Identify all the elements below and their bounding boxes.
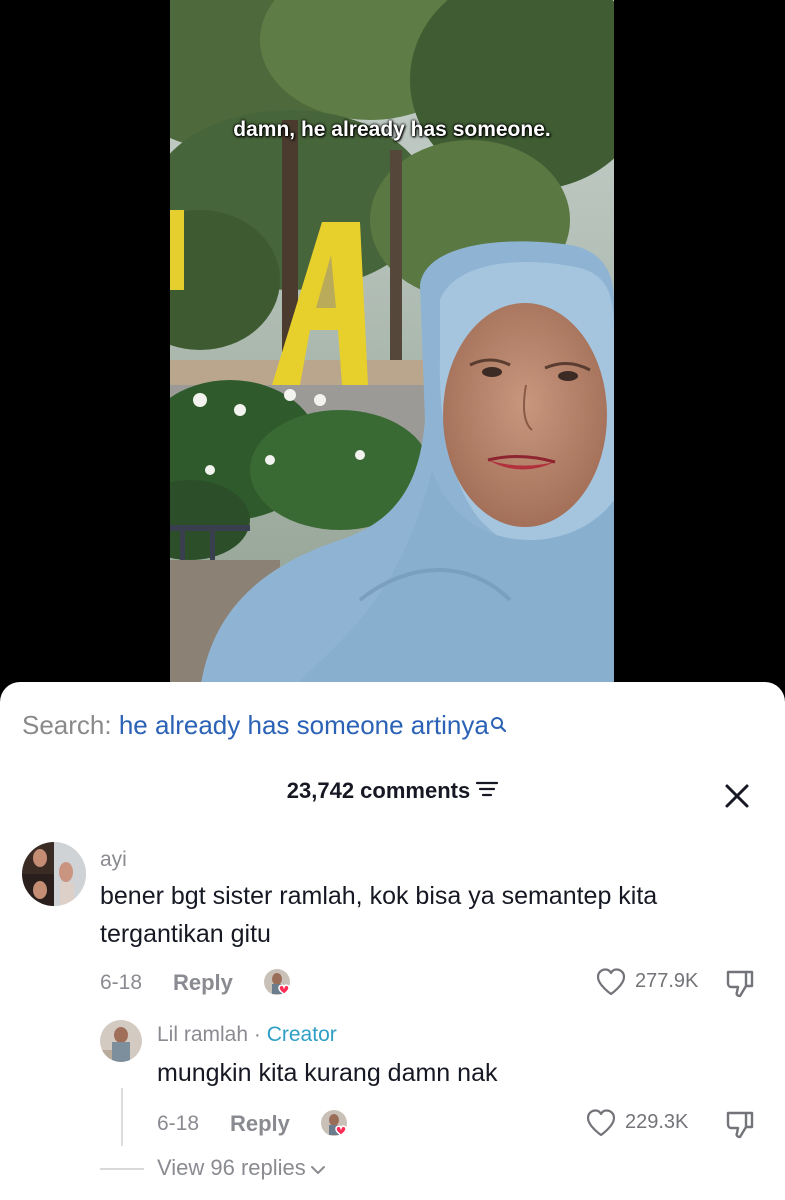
comment-username[interactable]: ayi (100, 848, 127, 872)
creator-badge: Creator (266, 1023, 337, 1046)
creator-liked-icon (262, 967, 296, 999)
video-frame[interactable]: damn, he already has someone. (170, 0, 614, 690)
reply-date: 6-18 (157, 1112, 200, 1135)
filter-icon[interactable] (476, 780, 499, 803)
avatar[interactable] (100, 1020, 142, 1062)
reply-button[interactable]: Reply (173, 970, 233, 996)
search-prefix-label: Search: (22, 710, 112, 740)
dislike-icon[interactable] (724, 967, 756, 999)
dislike-icon[interactable] (724, 1108, 756, 1140)
comment-text-line1: bener bgt sister ramlah, kok bisa ya sem… (100, 882, 658, 910)
search-query-link[interactable]: he already has someone artinya (119, 710, 489, 740)
heart-icon (586, 1109, 616, 1137)
search-suggestion[interactable]: Search: he already has someone artinya (22, 710, 508, 741)
view-replies-divider (100, 1168, 144, 1170)
comments-header: 23,742 comments (0, 778, 785, 814)
view-replies-button[interactable]: View 96 replies (157, 1155, 326, 1182)
reply-like-button[interactable]: 229.3K (585, 1108, 700, 1140)
reply-text: mungkin kita kurang damn nak (157, 1059, 498, 1087)
heart-icon (596, 968, 626, 996)
avatar[interactable] (22, 842, 86, 906)
username-separator: · (248, 1023, 267, 1046)
video-still-image (170, 0, 614, 690)
comment-text-line2: tergantikan gitu (100, 920, 271, 948)
close-icon[interactable] (723, 782, 751, 810)
chevron-down-icon (310, 1156, 326, 1182)
comment-count: 23,742 comments (286, 778, 471, 803)
view-replies-label: View 96 replies (157, 1155, 306, 1180)
comment-date: 6-18 (100, 971, 143, 994)
reply-like-count: 229.3K (625, 1111, 689, 1133)
video-caption: damn, he already has someone. (233, 118, 551, 141)
reply-thread-line (121, 1088, 123, 1146)
reply-reply-button[interactable]: Reply (230, 1111, 290, 1137)
search-icon[interactable] (490, 710, 508, 741)
comments-sheet: Search: he already has someone artinya 2… (0, 682, 785, 1200)
like-count: 277.9K (635, 970, 699, 992)
reply-username-row: Lil ramlah · Creator (157, 1023, 337, 1047)
reply-username[interactable]: Lil ramlah (157, 1023, 248, 1046)
creator-liked-icon (319, 1108, 353, 1140)
like-button[interactable]: 277.9K (595, 967, 705, 999)
video-player[interactable]: damn, he already has someone. (0, 0, 785, 700)
